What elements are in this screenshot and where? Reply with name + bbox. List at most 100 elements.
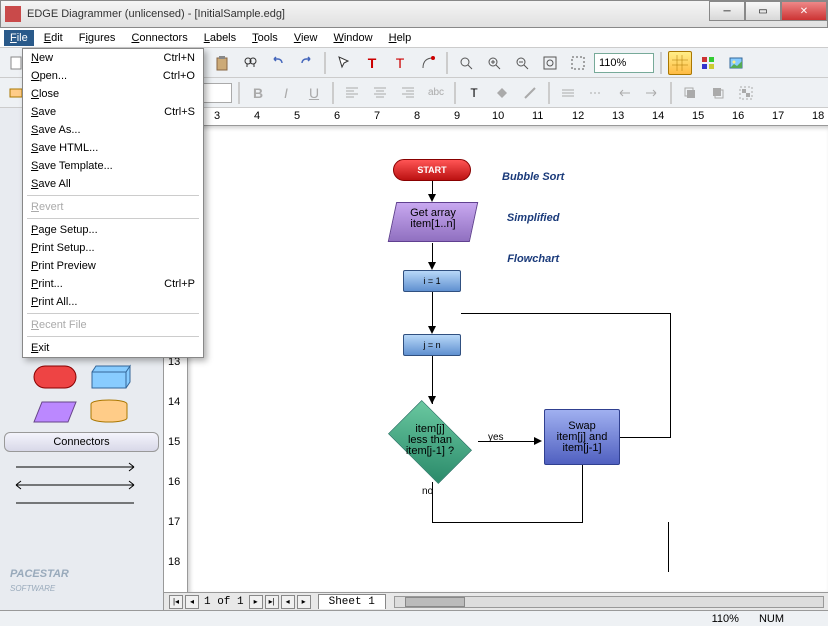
zoom-input[interactable]	[594, 53, 654, 73]
file-menu-savehtml[interactable]: Save HTML...	[23, 139, 203, 157]
paste-icon[interactable]	[210, 51, 234, 75]
sheet-tabs-bar: |◂ ◂ 1 of 1 ▸ ▸| ◂ ▸ Sheet 1	[164, 592, 828, 610]
align-left-icon[interactable]	[340, 81, 364, 105]
last-page-button[interactable]: ▸|	[265, 595, 279, 609]
next-page-button[interactable]: ▸	[249, 595, 263, 609]
file-menu-save[interactable]: SaveCtrl+S	[23, 103, 203, 121]
text-bold-red-icon[interactable]: T	[360, 51, 384, 75]
file-menu-print[interactable]: Print...Ctrl+P	[23, 275, 203, 293]
file-menu-new[interactable]: NewCtrl+N	[23, 49, 203, 67]
connector-arrow-both[interactable]	[12, 478, 151, 496]
undo-icon[interactable]	[266, 51, 290, 75]
underline-icon[interactable]: U	[302, 81, 326, 105]
group-icon[interactable]	[734, 81, 758, 105]
file-menu-recentfile: Recent File	[23, 316, 203, 334]
shape-palette	[0, 358, 163, 430]
menu-connectors[interactable]: Connectors	[125, 30, 193, 46]
front-icon[interactable]	[678, 81, 702, 105]
status-zoom: 110%	[712, 613, 739, 625]
palette-parallelogram[interactable]	[32, 398, 78, 424]
file-menu-pagesetup[interactable]: Page Setup...	[23, 221, 203, 239]
zoom-fit-icon[interactable]	[538, 51, 562, 75]
file-menu-printsetup[interactable]: Print Setup...	[23, 239, 203, 257]
line-style-icon[interactable]	[556, 81, 580, 105]
menu-file[interactable]: File	[4, 30, 34, 46]
file-menu-revert: Revert	[23, 198, 203, 216]
file-menu-dropdown: NewCtrl+NOpen...Ctrl+OCloseSaveCtrl+SSav…	[22, 48, 204, 358]
zoom-region-icon[interactable]	[566, 51, 590, 75]
page-info: 1 of 1	[200, 596, 248, 608]
file-menu-saveall[interactable]: Save All	[23, 175, 203, 193]
line-color-icon[interactable]	[518, 81, 542, 105]
back-icon[interactable]	[706, 81, 730, 105]
pointer-icon[interactable]	[332, 51, 356, 75]
file-menu-open[interactable]: Open...Ctrl+O	[23, 67, 203, 85]
canvas[interactable]: Bubble Sort Simplified Flowchart START G…	[188, 126, 828, 592]
app-icon	[5, 6, 21, 22]
menu-view[interactable]: View	[288, 30, 324, 46]
file-menu-exit[interactable]: Exit	[23, 339, 203, 357]
find-icon[interactable]	[238, 51, 262, 75]
close-button[interactable]: ✕	[781, 1, 827, 21]
first-page-button[interactable]: |◂	[169, 595, 183, 609]
minimize-button[interactable]: ─	[709, 1, 745, 21]
text-red-icon[interactable]: T	[388, 51, 412, 75]
horizontal-ruler: 23 45 67 89 1011 1213 1415 1617 18	[164, 108, 828, 126]
prev-page-button[interactable]: ◂	[185, 595, 199, 609]
connector-arrow-right[interactable]	[12, 460, 151, 478]
fill-color-icon[interactable]	[490, 81, 514, 105]
menu-help[interactable]: Help	[383, 30, 418, 46]
menu-edit[interactable]: Edit	[38, 30, 69, 46]
arrow-start-icon[interactable]	[612, 81, 636, 105]
align-right-icon[interactable]	[396, 81, 420, 105]
file-menu-close[interactable]: Close	[23, 85, 203, 103]
pacestar-logo: PACESTARSOFTWARE	[10, 566, 69, 594]
palette-cylinder[interactable]	[86, 398, 132, 424]
window-title: EDGE Diagrammer (unlicensed) - [InitialS…	[27, 8, 823, 20]
zoom-out-icon[interactable]	[510, 51, 534, 75]
flow-input-text: Get arrayitem[1..n]	[396, 208, 470, 230]
connector-line[interactable]	[12, 496, 151, 514]
menubar: File Edit Figures Connectors Labels Tool…	[0, 28, 828, 48]
file-menu-savetemplate[interactable]: Save Template...	[23, 157, 203, 175]
horizontal-scrollbar[interactable]	[394, 596, 824, 608]
status-num: NUM	[759, 613, 784, 625]
grid-icon[interactable]	[668, 51, 692, 75]
flow-start[interactable]: START	[393, 159, 471, 181]
file-menu-saveas[interactable]: Save As...	[23, 121, 203, 139]
tab-prev-button[interactable]: ◂	[281, 595, 295, 609]
menu-figures[interactable]: Figures	[73, 30, 122, 46]
dash-style-icon[interactable]	[584, 81, 608, 105]
redo-icon[interactable]	[294, 51, 318, 75]
palette-cube[interactable]	[86, 364, 132, 390]
file-menu-printpreview[interactable]: Print Preview	[23, 257, 203, 275]
maximize-button[interactable]: ▭	[745, 1, 781, 21]
titlebar: EDGE Diagrammer (unlicensed) - [InitialS…	[0, 0, 828, 28]
image-tool-icon[interactable]	[724, 51, 748, 75]
sheet-tab[interactable]: Sheet 1	[318, 594, 386, 609]
zoom-icon[interactable]	[454, 51, 478, 75]
menu-window[interactable]: Window	[327, 30, 378, 46]
color-tool-icon[interactable]	[696, 51, 720, 75]
zoom-in-icon[interactable]	[482, 51, 506, 75]
diagram-title: Bubble Sort Simplified Flowchart	[502, 154, 564, 277]
statusbar: 110% NUM	[0, 610, 828, 626]
connectors-header[interactable]: Connectors	[4, 432, 159, 452]
connector-list	[0, 454, 163, 520]
text-color-icon[interactable]: T	[462, 81, 486, 105]
bold-icon[interactable]: B	[246, 81, 270, 105]
file-menu-printall[interactable]: Print All...	[23, 293, 203, 311]
italic-icon[interactable]: I	[274, 81, 298, 105]
arrow-end-icon[interactable]	[640, 81, 664, 105]
flow-decision-text: item[j]less thanitem[j-1] ?	[390, 424, 470, 457]
flow-i-eq[interactable]: i = 1	[403, 270, 461, 292]
palette-rounded-rect[interactable]	[32, 364, 78, 390]
menu-labels[interactable]: Labels	[198, 30, 242, 46]
tab-next-button[interactable]: ▸	[297, 595, 311, 609]
connector-tool-icon[interactable]	[416, 51, 440, 75]
text-label-icon[interactable]: abc	[424, 81, 448, 105]
menu-tools[interactable]: Tools	[246, 30, 284, 46]
flow-j-eq[interactable]: j = n	[403, 334, 461, 356]
align-center-icon[interactable]	[368, 81, 392, 105]
flow-swap[interactable]: Swapitem[j] anditem[j-1]	[544, 409, 620, 465]
